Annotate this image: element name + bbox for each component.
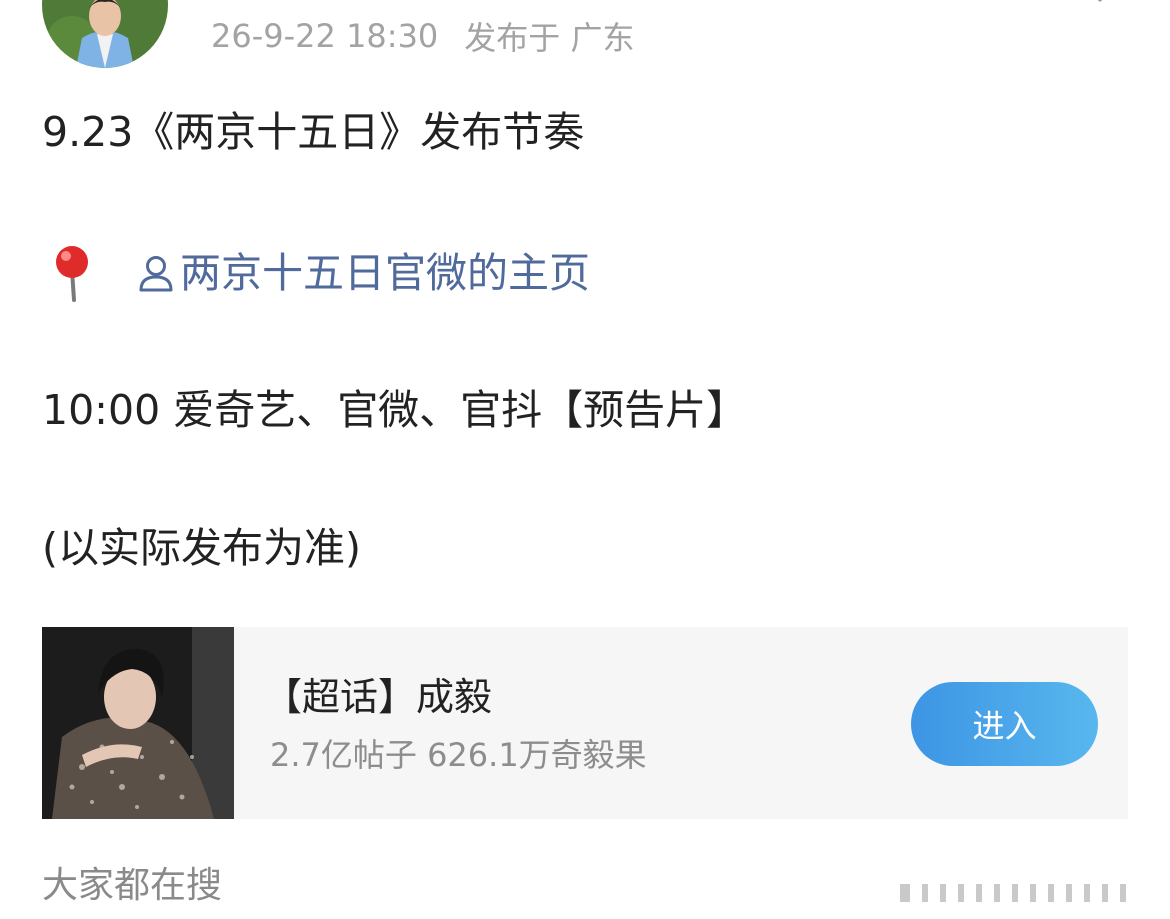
mention-label: 两京十五日官微的主页 (180, 249, 590, 297)
topic-stats: 2.7亿帖子 626.1万奇毅果 (270, 736, 647, 774)
mention-link[interactable]: 两京十五日官微的主页 (136, 247, 590, 299)
super-topic-card[interactable]: 【超话】成毅 2.7亿帖子 626.1万奇毅果 进入 (42, 627, 1128, 819)
enter-button[interactable]: 进入 (911, 682, 1098, 766)
person-icon (136, 253, 176, 293)
post-text-line-4: (以实际发布为准) (42, 524, 361, 572)
topic-title[interactable]: 【超话】成毅 (264, 673, 492, 721)
post-text-line-3: 10:00 爱奇艺、官微、官抖【预告片】 (42, 386, 748, 434)
star-outline-icon[interactable] (1078, 0, 1122, 14)
post-text-line-1: 9.23《两京十五日》发布节奏 (42, 108, 585, 156)
post-text-line-2: 两京十五日官微的主页 (42, 244, 590, 302)
post-location: 发布于 广东 (464, 19, 635, 57)
post-time: 26-9-22 18:30 (211, 17, 439, 55)
avatar[interactable] (42, 0, 168, 68)
trending-list-stub (890, 880, 1140, 902)
trending-search-heading: 大家都在搜 (42, 865, 223, 906)
post-meta: 26-9-22 18:30 发布于 广东 (211, 16, 635, 57)
topic-thumbnail (42, 627, 234, 819)
round-pushpin-icon (52, 244, 92, 302)
